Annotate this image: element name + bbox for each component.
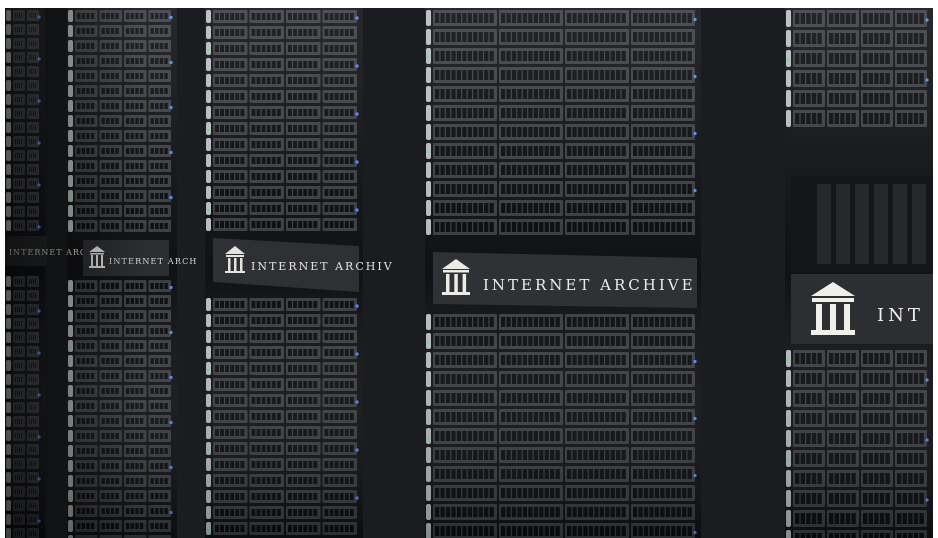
rack-5 [785,8,933,538]
fan-module [912,184,926,264]
rack-5-label: INT [877,305,924,326]
rack-3-label: INTERNET ARCHIV [251,260,394,273]
fan-module [874,184,888,264]
rack-4-label: INTERNET ARCHIVE [483,276,696,294]
fan-module [836,184,850,264]
rack-1 [5,8,45,538]
rack-post [177,8,205,538]
rack-post [363,8,425,538]
server-room-photo: INTERNET ARCH INTERNET ARCH INTERNET ARC… [5,8,933,538]
rack-5-plate: INT [791,274,933,344]
rack-2-label: INTERNET ARCH [109,257,198,266]
fan-module [817,184,831,264]
fan-module [893,184,907,264]
photo-scene: INTERNET ARCH INTERNET ARCH INTERNET ARC… [5,8,933,538]
fan-module [855,184,869,264]
rack-1-label: INTERNET ARCH [9,248,95,257]
rack-post [45,8,67,538]
rack-4-plate: INTERNET ARCHIVE [433,252,697,308]
rack-post [701,8,785,538]
